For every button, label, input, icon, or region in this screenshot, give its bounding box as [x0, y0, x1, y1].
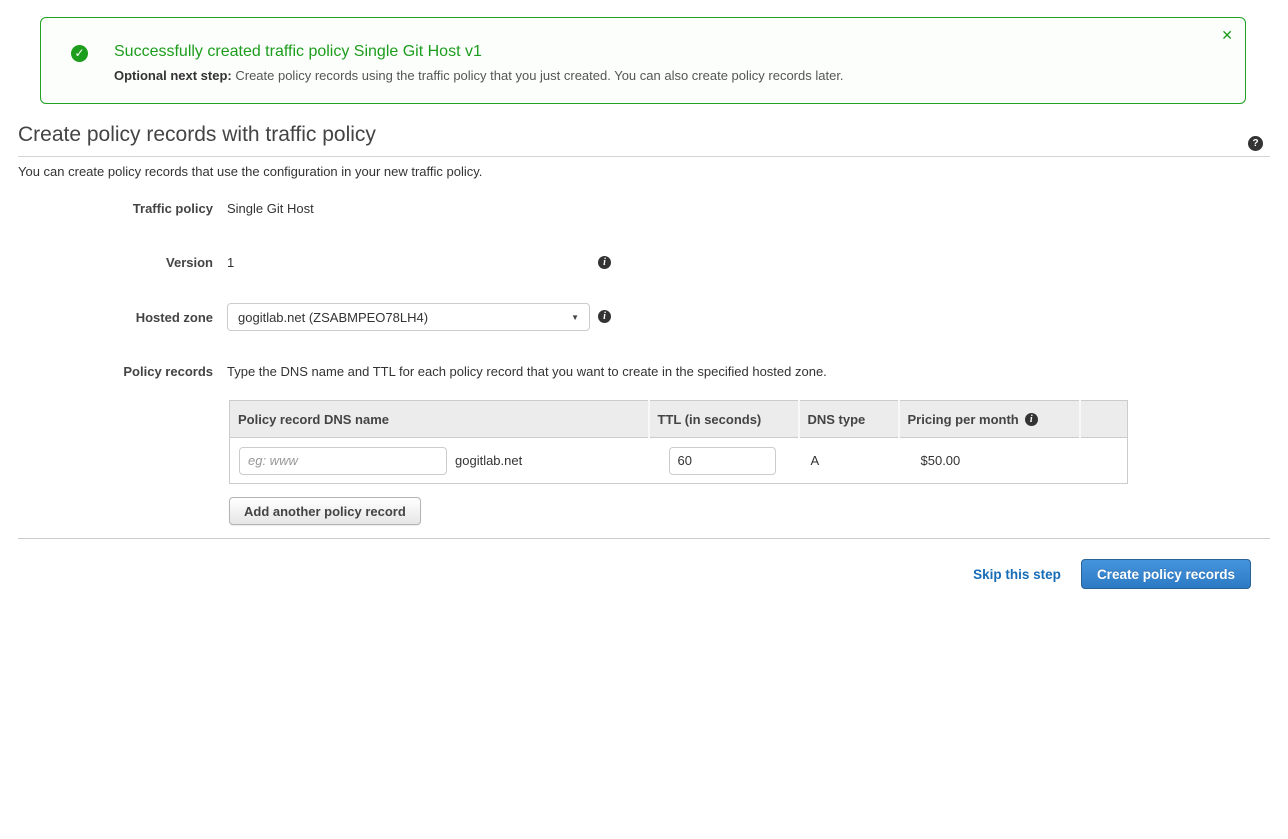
version-label: Version: [18, 255, 213, 270]
pricing-value: $50.00: [899, 438, 1080, 484]
version-value: 1: [227, 255, 234, 270]
pricing-info-icon[interactable]: i: [1025, 413, 1038, 426]
create-policy-records-button[interactable]: Create policy records: [1081, 559, 1251, 589]
close-icon[interactable]: ✕: [1221, 28, 1233, 42]
hosted-zone-info-icon[interactable]: i: [598, 310, 611, 323]
page-header: Create policy records with traffic polic…: [18, 122, 1270, 157]
ttl-input[interactable]: [669, 447, 776, 475]
help-icon[interactable]: ?: [1248, 136, 1263, 151]
intro-text: You can create policy records that use t…: [18, 164, 482, 179]
chevron-down-icon: ▼: [571, 313, 579, 322]
banner-subtitle: Optional next step: Create policy record…: [114, 68, 844, 83]
header-dns-type: DNS type: [799, 401, 899, 438]
success-banner: ✓ Successfully created traffic policy Si…: [40, 17, 1246, 104]
skip-step-link[interactable]: Skip this step: [973, 567, 1061, 582]
banner-title: Successfully created traffic policy Sing…: [114, 43, 482, 61]
traffic-policy-label: Traffic policy: [18, 201, 213, 216]
banner-subtitle-label: Optional next step:: [114, 68, 232, 83]
banner-subtitle-text: Create policy records using the traffic …: [232, 68, 844, 83]
header-pricing: Pricing per month i: [899, 401, 1080, 438]
traffic-policy-value: Single Git Host: [227, 201, 314, 216]
row-actions-cell: [1080, 438, 1128, 484]
header-actions: [1080, 401, 1128, 438]
success-check-icon: ✓: [71, 45, 88, 62]
footer-actions: Skip this step Create policy records: [973, 559, 1251, 589]
hosted-zone-select[interactable]: gogitlab.net (ZSABMPEO78LH4) ▼: [227, 303, 590, 331]
dns-suffix: gogitlab.net: [455, 453, 522, 468]
version-info-icon[interactable]: i: [598, 256, 611, 269]
footer-divider: [18, 538, 1270, 539]
header-dns-name: Policy record DNS name: [230, 401, 649, 438]
policy-records-table: Policy record DNS name TTL (in seconds) …: [229, 400, 1128, 484]
table-header-row: Policy record DNS name TTL (in seconds) …: [230, 401, 1128, 438]
hosted-zone-selected-value: gogitlab.net (ZSABMPEO78LH4): [238, 310, 428, 325]
policy-records-description: Type the DNS name and TTL for each polic…: [227, 364, 827, 379]
add-policy-record-button[interactable]: Add another policy record: [229, 497, 421, 525]
policy-records-label: Policy records: [18, 364, 213, 379]
dns-type-value: A: [799, 438, 899, 484]
page-title: Create policy records with traffic polic…: [18, 122, 1270, 148]
page: ✓ Successfully created traffic policy Si…: [0, 0, 1288, 839]
header-pricing-label: Pricing per month: [908, 412, 1019, 427]
dns-name-input[interactable]: [239, 447, 447, 475]
table-row: gogitlab.net A $50.00: [230, 438, 1128, 484]
hosted-zone-label: Hosted zone: [18, 310, 213, 325]
header-ttl: TTL (in seconds): [649, 401, 799, 438]
